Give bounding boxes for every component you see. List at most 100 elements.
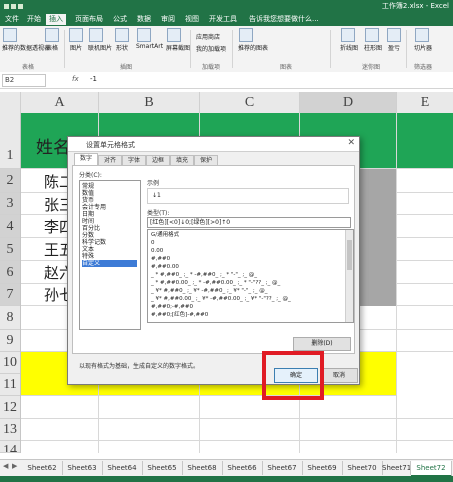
list-item[interactable]: #,##0;-#,##0 <box>151 304 193 311</box>
list-item[interactable]: #,##0 <box>151 256 170 263</box>
list-item[interactable]: 科学记数 <box>82 239 137 246</box>
column-header-d[interactable]: D <box>300 92 397 113</box>
sheet-tab[interactable]: Sheet66 <box>222 461 263 475</box>
column-header-b[interactable]: B <box>99 92 200 113</box>
shapes-button[interactable]: 形状 <box>114 28 130 52</box>
store-button[interactable]: 应用商店 <box>196 32 220 41</box>
delete-button[interactable]: 删除(D) <box>293 337 351 351</box>
dialog-title-bar[interactable]: 设置单元格格式 ✕ <box>68 137 359 152</box>
category-list[interactable]: 常规 数值 货币 会计专用 日期 时间 百分比 分数 科学记数 文本 特殊 自定… <box>79 180 141 330</box>
row-header[interactable]: 9 <box>0 330 20 352</box>
row-header[interactable]: 5 <box>0 238 20 261</box>
list-item[interactable]: 百分比 <box>82 225 137 232</box>
list-scrollbar[interactable] <box>345 230 353 322</box>
row-header[interactable]: 13 <box>0 419 20 441</box>
format-type-list[interactable]: G/通用格式 0 0.00 #,##0 #,##0.00 _ * #,##0_ … <box>147 229 354 323</box>
list-item[interactable]: 日期 <box>82 211 137 218</box>
sheet-tab[interactable]: Sheet70 <box>342 461 383 475</box>
tab-developer[interactable]: 开发工具 <box>206 14 240 25</box>
smartart-button[interactable]: SmartArt <box>136 28 163 50</box>
tab-data[interactable]: 数据 <box>134 14 154 25</box>
column-header-e[interactable]: E <box>397 92 453 113</box>
row-header[interactable]: 6 <box>0 261 20 284</box>
list-item[interactable]: 0.00 <box>151 248 163 255</box>
online-pictures-button[interactable]: 联机图片 <box>88 28 112 52</box>
scrollbar-thumb[interactable] <box>347 240 352 270</box>
row-header[interactable]: 2 <box>0 169 20 193</box>
list-item[interactable]: _ * #,##0.00_ ;_ * -#,##0.00_ ;_ * "-"??… <box>151 280 280 287</box>
sparkline-line-button[interactable]: 折线图 <box>340 28 358 52</box>
sheet-tab[interactable]: Sheet65 <box>142 461 183 475</box>
row-header[interactable]: 1 <box>0 113 20 169</box>
table-row[interactable] <box>21 396 453 419</box>
row-header[interactable]: 14 <box>0 441 20 453</box>
group-label-illustrations: 插图 <box>120 64 133 71</box>
close-icon[interactable]: ✕ <box>347 138 355 148</box>
tab-insert[interactable]: 插入 <box>46 14 66 25</box>
sheet-tab[interactable]: Sheet69 <box>302 461 343 475</box>
list-item[interactable]: #,##0;[红色]-#,##0 <box>151 312 208 319</box>
list-item[interactable]: 货币 <box>82 197 137 204</box>
list-item[interactable]: #,##0.00 <box>151 264 179 271</box>
type-input[interactable]: [红色][<0]↓0;[绿色][>0]↑0 <box>147 217 351 228</box>
tab-file[interactable]: 文件 <box>2 14 22 25</box>
quick-access-toolbar[interactable] <box>4 2 30 10</box>
fx-icon[interactable]: fx <box>72 75 79 83</box>
sheet-tab[interactable]: Sheet71 <box>382 461 411 475</box>
recommended-charts-button[interactable]: 推荐的图表 <box>238 28 268 52</box>
sheet-tab[interactable]: Sheet64 <box>102 461 143 475</box>
recommended-pivot-button[interactable]: 推荐的数据透视表 <box>2 28 50 52</box>
pictures-button[interactable]: 图片 <box>68 28 84 52</box>
tab-view[interactable]: 视图 <box>182 14 202 25</box>
tab-review[interactable]: 审阅 <box>158 14 178 25</box>
tab-page-layout[interactable]: 页面布局 <box>72 14 106 25</box>
header-cell-name[interactable]: 姓名 <box>36 133 70 158</box>
list-item[interactable]: G/通用格式 <box>151 232 179 239</box>
column-header-c[interactable]: C <box>200 92 300 113</box>
table-button[interactable]: 表格 <box>44 28 60 52</box>
list-item[interactable]: 0 <box>151 240 155 247</box>
list-item[interactable]: 特殊 <box>82 253 137 260</box>
row-header[interactable]: 10 <box>0 352 20 374</box>
list-item[interactable]: 分数 <box>82 232 137 239</box>
row-header[interactable]: 7 <box>0 284 20 306</box>
list-item[interactable]: 会计专用 <box>82 204 137 211</box>
sheet-tab-active[interactable]: Sheet72 <box>411 461 452 477</box>
list-item[interactable]: _ ¥* #,##0.00_ ;_ ¥* -#,##0.00_ ;_ ¥* "-… <box>151 296 291 303</box>
scroll-left-icon[interactable]: ◀ <box>3 462 8 470</box>
title-bar: 工作簿2.xlsx - Excel <box>0 0 453 12</box>
row-header[interactable]: 12 <box>0 396 20 419</box>
list-item[interactable]: 数值 <box>82 190 137 197</box>
list-item[interactable]: _ * #,##0_ ;_ * -#,##0_ ;_ * "-"_ ;_ @_ <box>151 272 257 279</box>
name-box[interactable]: B2 <box>2 74 46 87</box>
row-header[interactable]: 4 <box>0 215 20 238</box>
list-item[interactable]: _ ¥* #,##0_ ;_ ¥* -#,##0_ ;_ ¥* "-"_ ;_ … <box>151 288 267 295</box>
list-item[interactable]: 文本 <box>82 246 137 253</box>
select-all-corner[interactable] <box>0 92 21 113</box>
slicer-button[interactable]: 切片器 <box>414 28 432 52</box>
sheet-tab[interactable]: Sheet68 <box>182 461 223 475</box>
column-header-a[interactable]: A <box>21 92 99 113</box>
format-cells-dialog: 设置单元格格式 ✕ 数字 对齐 字体 边框 填充 保护 分类(C): 常规 数值… <box>67 136 360 385</box>
screenshot-icon <box>167 28 181 42</box>
sheet-tab[interactable]: Sheet67 <box>262 461 303 475</box>
list-item-selected[interactable]: 自定义 <box>82 260 137 267</box>
tell-me-search[interactable]: 告诉我您想要做什么... <box>246 14 322 25</box>
table-row[interactable] <box>21 419 453 441</box>
formula-input[interactable]: -1 <box>90 74 450 85</box>
sparkline-column-button[interactable]: 柱形图 <box>364 28 382 52</box>
list-item[interactable]: 常规 <box>82 183 137 190</box>
cancel-button[interactable]: 取消 <box>320 368 358 383</box>
sparkline-winloss-button[interactable]: 盈亏 <box>386 28 402 52</box>
tab-home[interactable]: 开始 <box>24 14 44 25</box>
sheet-tab[interactable]: Sheet62 <box>22 461 63 475</box>
row-header[interactable]: 11 <box>0 374 20 396</box>
my-addins-button[interactable]: 我的加载项 <box>196 44 226 53</box>
sheet-tab[interactable]: Sheet63 <box>62 461 103 475</box>
list-item[interactable]: 时间 <box>82 218 137 225</box>
row-header[interactable]: 3 <box>0 193 20 215</box>
row-header[interactable]: 8 <box>0 306 20 330</box>
screenshot-button[interactable]: 屏幕截图 <box>166 28 190 52</box>
tab-formulas[interactable]: 公式 <box>110 14 130 25</box>
scroll-right-icon[interactable]: ▶ <box>12 462 17 470</box>
